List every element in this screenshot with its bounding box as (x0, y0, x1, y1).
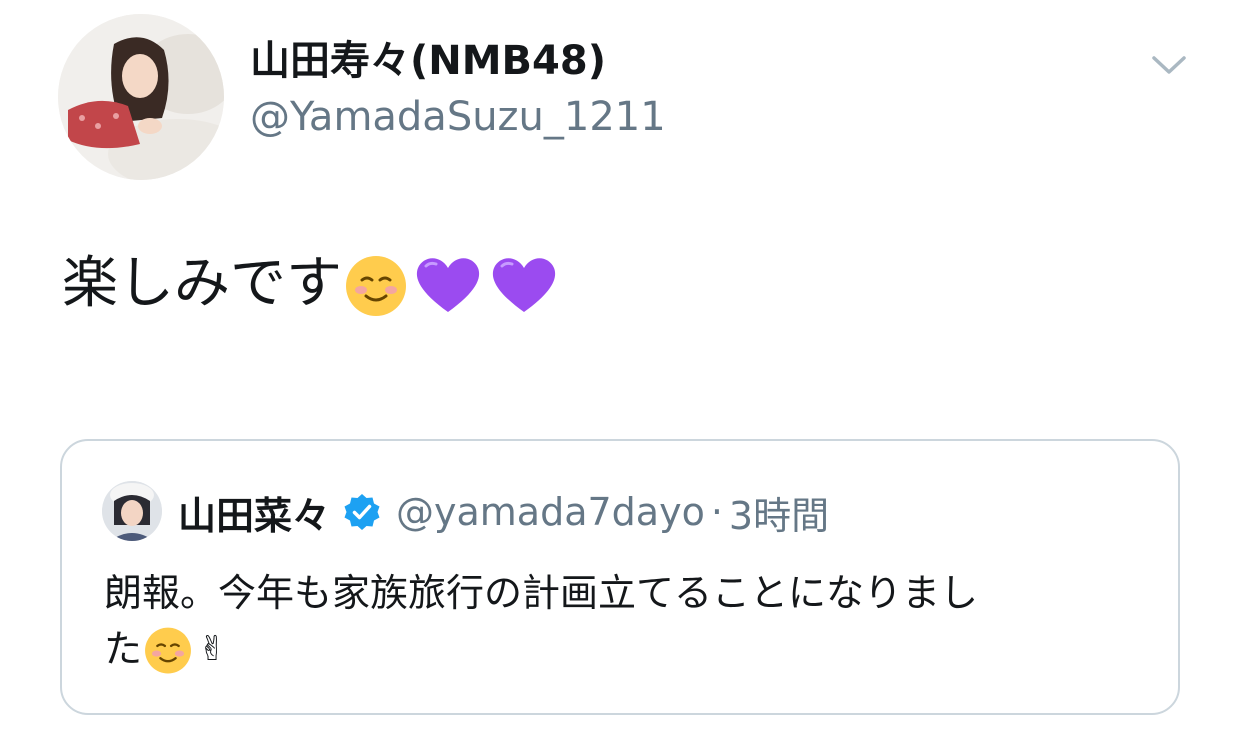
quoted-author-handle[interactable]: @yamada7dayo (396, 490, 705, 534)
author-handle[interactable]: @YamadaSuzu_1211 (250, 94, 666, 140)
quoted-tweet-text: 朗報。今年も家族旅行の計画立てることになりまし た ✌ (104, 565, 1144, 677)
avatar-photo (58, 14, 224, 180)
quoted-author-avatar[interactable] (102, 481, 162, 541)
purple-heart-icon (492, 258, 556, 312)
purple-heart-icon (416, 258, 480, 312)
quoted-author-name[interactable]: 山田菜々 (178, 485, 330, 540)
tweet-text-content: 楽しみです (62, 251, 342, 316)
chevron-down-icon[interactable] (1148, 48, 1190, 80)
quoted-tweet-card[interactable]: 山田菜々 @yamada7dayo · 3時間 朗報。今年も家族旅行の計画立てる… (60, 439, 1180, 715)
quoted-tweet-time[interactable]: 3時間 (729, 485, 829, 540)
quoted-text-line-2-content: た (104, 627, 143, 671)
author-display-name[interactable]: 山田寿々(NMB48) (250, 38, 606, 84)
verified-badge-icon (342, 492, 382, 532)
smiling-face-icon (346, 256, 406, 316)
header-separator: · (710, 490, 723, 534)
author-avatar[interactable] (58, 14, 224, 180)
tweet-text: 楽しみです (62, 248, 562, 320)
quoted-tweet-header: 山田菜々 @yamada7dayo · 3時間 (178, 485, 829, 540)
victory-hand-icon: ✌ (198, 629, 227, 669)
quoted-text-line-1: 朗報。今年も家族旅行の計画立てることになりまし (104, 571, 979, 615)
quoted-text-line-2: た ✌ (104, 621, 1144, 677)
quoted-avatar-photo (102, 481, 162, 541)
smiling-face-icon (145, 627, 191, 674)
